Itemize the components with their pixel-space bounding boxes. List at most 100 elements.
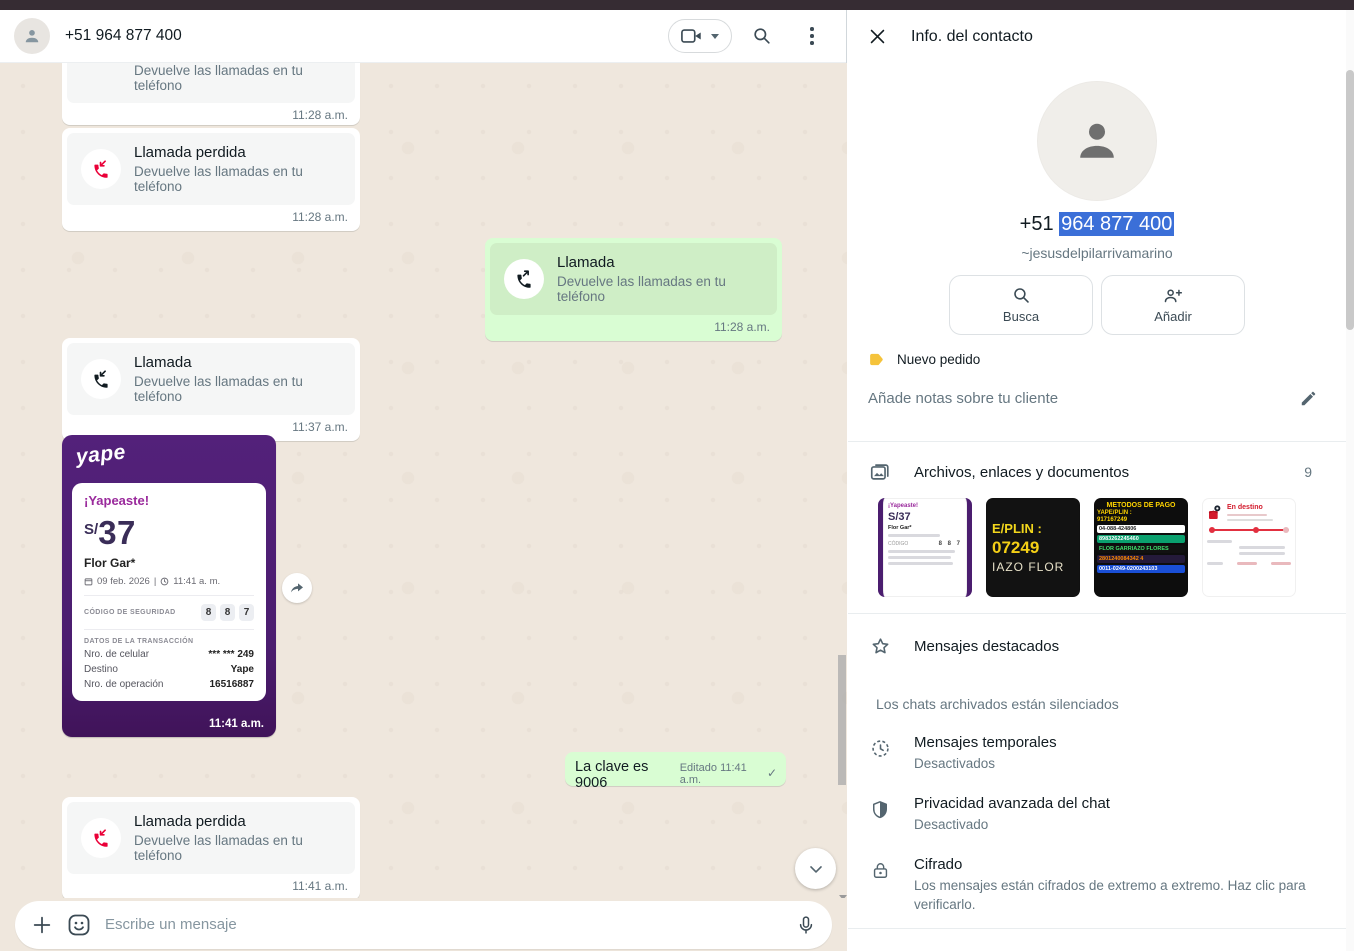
setting-title: Privacidad avanzada del chat [914, 795, 1326, 812]
search-in-chat-button[interactable] [742, 16, 782, 56]
encryption-row[interactable]: Cifrado Los mensajes están cifrados de e… [848, 844, 1346, 923]
chat-menu-button[interactable] [792, 16, 832, 56]
close-icon[interactable] [868, 27, 887, 46]
search-icon [752, 26, 772, 46]
package-pin-icon [1207, 504, 1223, 522]
yape-datetime: 09 feb. 2026 | 11:41 a. m. [84, 576, 254, 587]
call-title: Llamada [134, 354, 341, 371]
chevron-down-icon [806, 859, 826, 879]
kebab-menu-icon [810, 27, 814, 45]
message-key-text[interactable]: La clave es 9006 Editado 11:41 a.m. ✓ [565, 752, 786, 786]
call-title: Llamada perdida [134, 813, 341, 830]
yape-headline: ¡Yapeaste! [84, 493, 254, 508]
yape-amount: S/37 [84, 514, 254, 552]
chat-messages-area[interactable]: Devuelve las llamadas en tu teléfono 11:… [0, 63, 847, 898]
thumbnail-yape-receipt[interactable]: ¡Yapeaste! S/37 Flor Gar* CÓDIGO8 8 7 [878, 498, 972, 597]
thumb-text: YAPE/PLIN : [1097, 510, 1185, 516]
call-card: Llamada perdida Devuelve las llamadas en… [67, 133, 355, 205]
security-code-digits: 8 8 7 [201, 604, 254, 621]
thumbnail-plin-ad[interactable]: E/PLIN : 07249 IAZO FLOR [986, 498, 1080, 597]
thumb-text: Flor Gar* [888, 525, 962, 531]
chat-scrollbar-thumb[interactable] [838, 655, 846, 785]
video-camera-icon [681, 28, 703, 44]
shield-icon [868, 795, 892, 834]
starred-messages-row[interactable]: Mensajes destacados [848, 622, 1346, 670]
chevron-down-icon [711, 34, 719, 39]
thumb-text: 2801240084342 4 [1097, 555, 1185, 563]
window-scrollbar-thumb[interactable] [1346, 70, 1354, 330]
message-time: 11:41 a.m. [209, 718, 264, 730]
label-tag-icon [868, 351, 885, 368]
thumb-text: 04-088-424806 [1097, 525, 1185, 533]
thumbnail-shipment-tracking[interactable]: En destino [1202, 498, 1296, 597]
message-missed-call-1[interactable]: Llamada perdida Devuelve las llamadas en… [62, 128, 360, 231]
video-call-button[interactable] [668, 19, 732, 53]
contact-avatar[interactable] [14, 18, 50, 54]
thumb-text: 8983262245460 [1097, 535, 1185, 543]
message-missed-call-2[interactable]: Llamada perdida Devuelve las llamadas en… [62, 797, 360, 900]
chat-header: +51 964 877 400 [0, 10, 846, 63]
thumb-text: 07249 [992, 538, 1080, 558]
emoji-sticker-icon[interactable] [67, 913, 91, 937]
row-value: Yape [231, 664, 254, 675]
transaction-data-label: DATOS DE LA TRANSACCIÓN [84, 638, 254, 645]
thumb-text: 917167249 [1097, 517, 1185, 523]
lock-icon [868, 856, 892, 913]
star-icon [868, 636, 892, 657]
composer-bar [0, 898, 847, 951]
call-subtitle: Devuelve las llamadas en tu teléfono [134, 164, 341, 194]
pencil-edit-icon[interactable] [1299, 389, 1318, 408]
divider [848, 928, 1346, 929]
order-tag-row[interactable]: Nuevo pedido [848, 335, 1346, 368]
edited-timestamp: Editado 11:41 a.m. [680, 762, 763, 786]
microphone-icon[interactable] [796, 913, 816, 937]
call-subtitle: Devuelve las llamadas en tu teléfono [557, 274, 763, 304]
chat-title[interactable]: +51 964 877 400 [65, 27, 668, 45]
disappearing-messages-row[interactable]: Mensajes temporales Desactivados [848, 722, 1346, 783]
thumb-text: 8 8 7 [939, 541, 962, 547]
message-call-partial[interactable]: Devuelve las llamadas en tu teléfono 11:… [62, 63, 360, 125]
yape-recipient: Flor Gar* [84, 556, 254, 570]
thumbnail-payment-methods[interactable]: METODOS DE PAGO YAPE/PLIN : 917167249 04… [1094, 498, 1188, 597]
thumb-text: METODOS DE PAGO [1097, 502, 1185, 509]
action-label: Añadir [1154, 309, 1192, 324]
thumb-text: S/37 [888, 511, 962, 523]
message-time: 11:41 a.m. [67, 874, 355, 895]
message-input[interactable] [105, 916, 782, 933]
media-links-docs-row[interactable]: Archivos, enlaces y documentos 9 [848, 448, 1346, 496]
sent-check-icon: ✓ [767, 766, 777, 780]
advanced-privacy-row[interactable]: Privacidad avanzada del chat Desactivado [848, 783, 1346, 844]
message-yape-receipt[interactable]: yape ¡Yapeaste! S/37 Flor Gar* 09 feb. 2… [62, 435, 276, 737]
transaction-row: Nro. de celular *** *** 249 [84, 649, 254, 660]
yape-logo: yape [75, 440, 127, 469]
call-card: Llamada Devuelve las llamadas en tu telé… [490, 243, 777, 315]
search-chat-button[interactable]: Busca [949, 275, 1093, 335]
starred-label: Mensajes destacados [914, 638, 1326, 655]
contact-phone[interactable]: +51 964 877 400 [848, 213, 1346, 236]
attach-plus-icon[interactable] [31, 914, 53, 936]
person-icon [22, 26, 42, 46]
message-time: 11:37 a.m. [67, 415, 355, 436]
row-label: Nro. de operación [84, 679, 164, 690]
divider [84, 595, 254, 596]
call-card: Llamada perdida Devuelve las llamadas en… [67, 802, 355, 874]
clock-icon [160, 577, 169, 586]
search-icon [1012, 286, 1031, 305]
transaction-row: Nro. de operación 16516887 [84, 679, 254, 690]
contact-avatar-large[interactable] [1037, 81, 1157, 201]
yape-amount-value: 37 [98, 514, 136, 551]
row-label: Nro. de celular [84, 649, 149, 660]
code-digit: 7 [239, 604, 254, 621]
message-incoming-call[interactable]: Llamada Devuelve las llamadas en tu telé… [62, 338, 360, 441]
client-notes-row[interactable]: Añade notas sobre tu cliente [848, 368, 1346, 408]
forward-message-button[interactable] [282, 573, 312, 603]
message-outgoing-call[interactable]: Llamada Devuelve las llamadas en tu telé… [485, 238, 782, 341]
add-contact-button[interactable]: Añadir [1101, 275, 1245, 335]
scroll-to-bottom-button[interactable] [795, 848, 836, 889]
phone-prefix: +51 [1020, 213, 1059, 235]
thumb-text: FLOR GARRIAZO FLORES [1097, 545, 1185, 553]
thumb-text: IAZO FLOR [992, 560, 1080, 574]
message-time: 11:28 a.m. [67, 205, 355, 226]
whatsapp-window: +51 964 877 400 Devuelve las llamadas en… [0, 0, 1354, 951]
window-scrollbar[interactable] [1346, 10, 1354, 951]
